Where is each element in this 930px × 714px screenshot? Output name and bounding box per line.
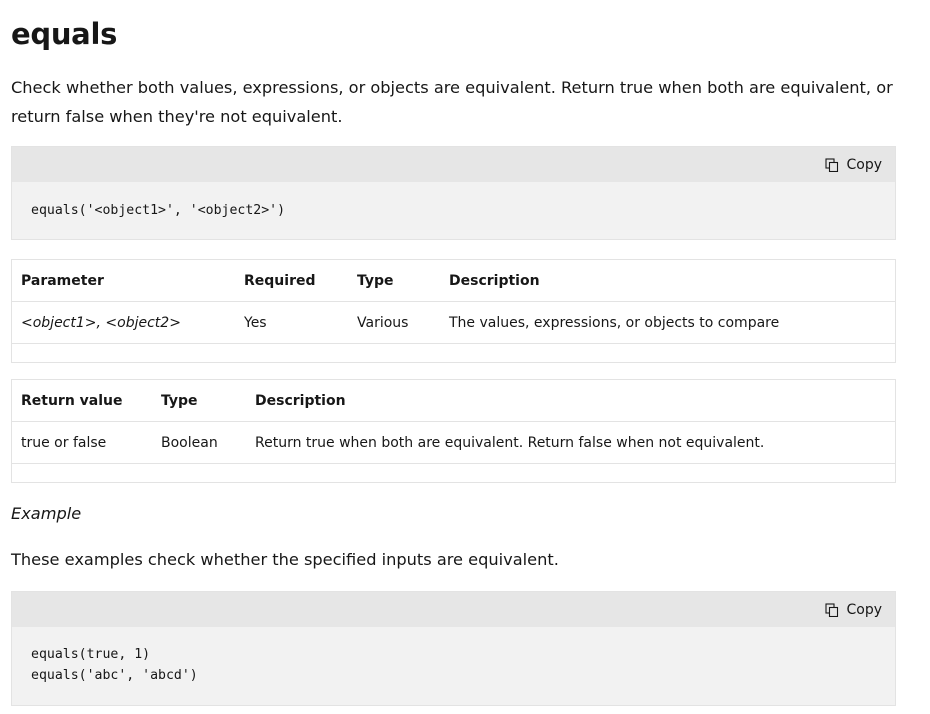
table-cell: The values, expressions, or objects to c… xyxy=(440,301,895,344)
copy-label: Copy xyxy=(846,156,882,173)
copy-button[interactable]: Copy xyxy=(825,147,882,182)
column-header: Type xyxy=(348,259,440,302)
table-cell: Various xyxy=(348,301,440,344)
copy-button[interactable]: Copy xyxy=(825,592,882,627)
code-block-header: Copy xyxy=(12,592,895,627)
column-header: Parameter xyxy=(12,259,235,302)
page-title: equals xyxy=(11,17,118,51)
table-row: true or false Boolean Return true when b… xyxy=(12,421,895,464)
return-value-table: Return value Type Description true or fa… xyxy=(12,379,895,483)
example-code-block: Copy equals(true, 1) equals('abc', 'abcd… xyxy=(11,591,896,706)
example-code: equals(true, 1) equals('abc', 'abcd') xyxy=(31,647,198,683)
copy-label: Copy xyxy=(846,601,882,618)
column-header: Required xyxy=(235,259,348,302)
table-header-row: Return value Type Description xyxy=(12,379,895,422)
column-header: Description xyxy=(440,259,895,302)
example-heading: Example xyxy=(11,504,82,523)
code-block-header: Copy xyxy=(12,147,895,182)
table-cell: <object1>, <object2> xyxy=(12,301,235,344)
syntax-code-block: Copy equals('<object1>', '<object2>') xyxy=(11,146,896,240)
table-cell: Return true when both are equivalent. Re… xyxy=(246,421,895,464)
return-table-wrap: Return value Type Description true or fa… xyxy=(11,379,896,483)
syntax-code: equals('<object1>', '<object2>') xyxy=(31,203,286,218)
table-spacer-row xyxy=(12,343,895,363)
parameter-table: Parameter Required Type Description <obj… xyxy=(12,259,895,363)
copy-icon xyxy=(825,602,839,617)
table-cell: Yes xyxy=(235,301,348,344)
example-description: These examples check whether the specifi… xyxy=(11,550,559,569)
parameter-table-wrap: Parameter Required Type Description <obj… xyxy=(11,259,896,363)
table-cell: Boolean xyxy=(152,421,246,464)
intro-paragraph: Check whether both values, expressions, … xyxy=(11,78,893,126)
column-header: Return value xyxy=(12,379,152,422)
table-spacer-row xyxy=(12,463,895,483)
column-header: Description xyxy=(246,379,895,422)
column-header: Type xyxy=(152,379,246,422)
table-header-row: Parameter Required Type Description xyxy=(12,259,895,302)
table-cell: true or false xyxy=(12,421,152,464)
copy-icon xyxy=(825,157,839,172)
table-row: <object1>, <object2> Yes Various The val… xyxy=(12,301,895,344)
